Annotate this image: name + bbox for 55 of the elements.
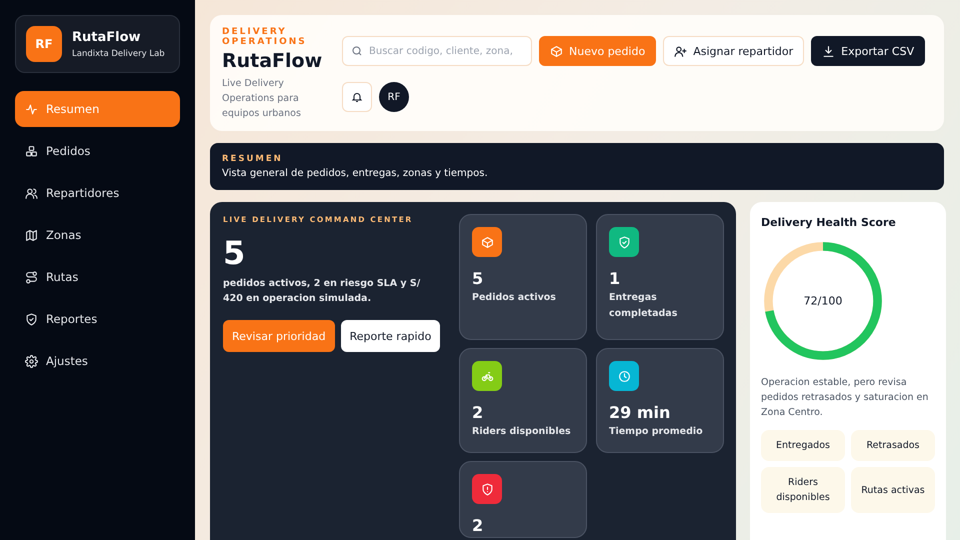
metric-chip: Entregados [761, 430, 845, 461]
brand-subtitle: Landixta Delivery Lab [72, 48, 165, 58]
package-icon [480, 236, 494, 248]
header-eyebrow: DELIVERY OPERATIONS [222, 27, 308, 47]
assign-rider-button[interactable]: Asignar repartidor [663, 36, 804, 66]
map-icon [25, 228, 38, 242]
app-title: RutaFlow [222, 49, 324, 74]
stat-value: 2 [472, 516, 484, 535]
bicycle-icon [480, 370, 494, 382]
nav-item[interactable]: Reportes [15, 301, 180, 337]
nav-item[interactable]: Pedidos [15, 133, 180, 169]
stat-label: Tiempo promedio [609, 425, 704, 439]
pulse-icon [25, 102, 38, 116]
stat-value: 1 [609, 269, 622, 288]
health-note: Operacion estable, pero revisa pedidos retrasados y saturacion en Zona Centro. [761, 376, 930, 420]
export-button[interactable]: Exportar CSV [811, 36, 926, 66]
stat-value: 2 [472, 403, 484, 422]
summary-text: Vista general de pedidos, entregas, zonas y tiempos. [222, 168, 489, 179]
stat-label: Entregas completadas [609, 291, 678, 321]
shield-check-icon [618, 236, 630, 248]
metric-chip: Rutas activas [851, 467, 935, 513]
metric-chip: Retrasados [851, 430, 935, 461]
user-avatar[interactable]: RF [379, 82, 409, 112]
nav-item[interactable]: Ajustes [15, 343, 180, 379]
shield-alert-icon [480, 482, 494, 496]
app-subtitle: Live Delivery Operations para equipos urbanos [222, 77, 302, 121]
health-title: Delivery Health Score [761, 216, 897, 229]
command-description: pedidos activos, 2 en riesgo SLA y S/ 420 en operacion simulada. [223, 277, 422, 306]
nav-item[interactable]: Repartidores [15, 175, 180, 211]
metric-chip: Riders disponibles [761, 467, 845, 513]
nav-item[interactable]: Rutas [15, 259, 180, 295]
download-icon [822, 44, 836, 58]
bell-icon [351, 91, 363, 103]
settings-icon [25, 354, 38, 368]
users-icon [25, 186, 38, 200]
route-icon [25, 270, 38, 284]
boxes-icon [25, 144, 38, 158]
user-plus-icon [674, 44, 688, 58]
stat-label: Riders disponibles [472, 425, 572, 439]
clock-icon [618, 370, 630, 382]
stat-value: 5 [472, 269, 484, 288]
search-icon [351, 45, 363, 57]
package-icon [550, 44, 563, 58]
health-score: 72/100 [804, 294, 842, 308]
quick-report-button[interactable]: Reporte rapido [340, 320, 440, 352]
shield-icon [25, 312, 38, 326]
nav-item[interactable]: Zonas [15, 217, 180, 253]
logo-badge: RF [26, 26, 62, 62]
active-orders-count: 5 [223, 234, 246, 272]
summary-eyebrow: RESUMEN [222, 154, 284, 164]
brand-name: RutaFlow [72, 30, 142, 44]
stat-label: Pedidos activos [472, 291, 557, 305]
search-field[interactable]: Buscar codigo, cliente, zona, [342, 36, 532, 66]
notifications-button[interactable] [342, 82, 372, 112]
stat-value: 29 min [609, 403, 672, 422]
